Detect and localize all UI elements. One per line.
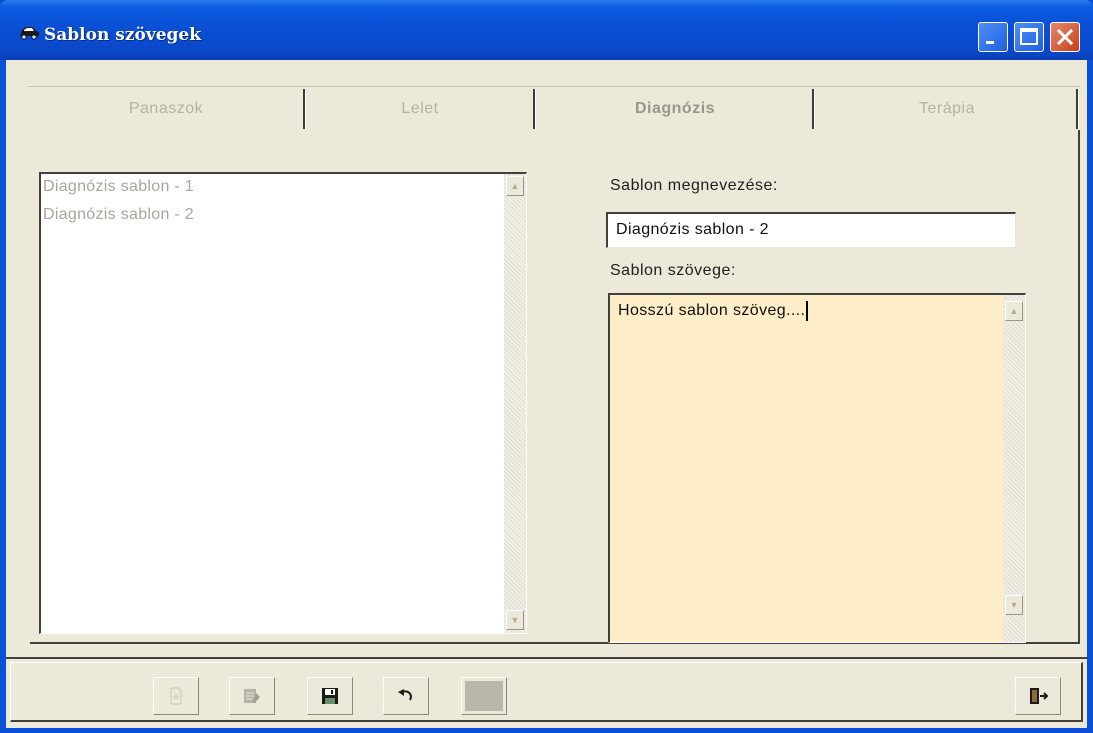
tab-divider (1076, 89, 1079, 129)
list-item[interactable]: Diagnózis sablon - 2 (43, 206, 194, 224)
template-text-value: Hosszú sablon szöveg.... (618, 302, 806, 320)
exit-button[interactable] (1015, 677, 1061, 715)
bottom-toolbar (10, 662, 1083, 722)
arrow-up-icon: ▲ (1009, 306, 1019, 316)
arrow-up-icon: ▲ (510, 181, 520, 191)
arrow-down-icon: ▼ (1009, 600, 1019, 610)
template-listbox[interactable]: Diagnózis sablon - 1 Diagnózis sablon - … (39, 172, 527, 634)
text-caret (806, 301, 809, 321)
tab-label: Lelet (401, 100, 439, 117)
tab-diagnozis[interactable]: Diagnózis (536, 87, 814, 131)
undo-icon (398, 689, 412, 701)
toolbar-divider (6, 657, 1087, 659)
car-icon (20, 27, 39, 40)
maximize-icon (1020, 28, 1038, 45)
new-button[interactable] (153, 677, 199, 715)
scroll-up-button[interactable]: ▲ (1005, 301, 1023, 321)
close-button[interactable] (1050, 22, 1080, 52)
new-document-icon (170, 687, 182, 705)
application-window: Sablon szövegek Panaszok Lelet Diagnózis… (0, 0, 1093, 733)
text-label: Sablon szövege: (610, 262, 736, 279)
arrow-down-icon: ▼ (510, 615, 520, 625)
tab-divider (812, 89, 815, 129)
undo-button[interactable] (383, 677, 429, 715)
blank-icon (465, 681, 503, 711)
tab-terapia[interactable]: Terápia (816, 87, 1078, 131)
tab-strip: Panaszok Lelet Diagnózis Terápia (28, 86, 1080, 131)
scroll-down-button[interactable]: ▼ (506, 610, 524, 630)
list-item[interactable]: Diagnózis sablon - 1 (43, 178, 194, 196)
template-name-field[interactable]: Diagnózis sablon - 2 (606, 212, 1016, 248)
edit-button[interactable] (229, 677, 275, 715)
tab-lelet[interactable]: Lelet (306, 87, 534, 131)
name-label: Sablon megnevezése: (610, 177, 778, 194)
template-text-area[interactable]: Hosszú sablon szöveg.... ▲ ▼ (608, 293, 1026, 643)
tab-label: Panaszok (128, 100, 204, 117)
tab-panaszok[interactable]: Panaszok (28, 87, 304, 131)
client-area: Panaszok Lelet Diagnózis Terápia Diagnóz… (6, 60, 1087, 728)
list-scrollbar[interactable]: ▲ ▼ (504, 174, 526, 633)
save-button[interactable] (307, 677, 353, 715)
save-disk-icon (322, 688, 338, 704)
maximize-button[interactable] (1014, 22, 1044, 52)
close-icon (1056, 28, 1074, 46)
edit-document-icon (244, 689, 260, 703)
title-bar[interactable]: Sablon szövegek (0, 0, 1093, 60)
scroll-up-button[interactable]: ▲ (506, 176, 524, 196)
scroll-down-button[interactable]: ▼ (1005, 595, 1023, 615)
text-content: Hosszú sablon szöveg.... (618, 301, 809, 321)
minimize-button[interactable] (978, 22, 1008, 52)
blank-button[interactable] (461, 677, 507, 715)
text-scrollbar[interactable]: ▲ ▼ (1003, 295, 1025, 642)
minimize-icon (986, 41, 994, 44)
window-title: Sablon szövegek (44, 25, 201, 45)
tab-label: Terápia (919, 100, 975, 117)
tab-label: Diagnózis (634, 100, 716, 117)
exit-door-icon (1030, 688, 1049, 704)
